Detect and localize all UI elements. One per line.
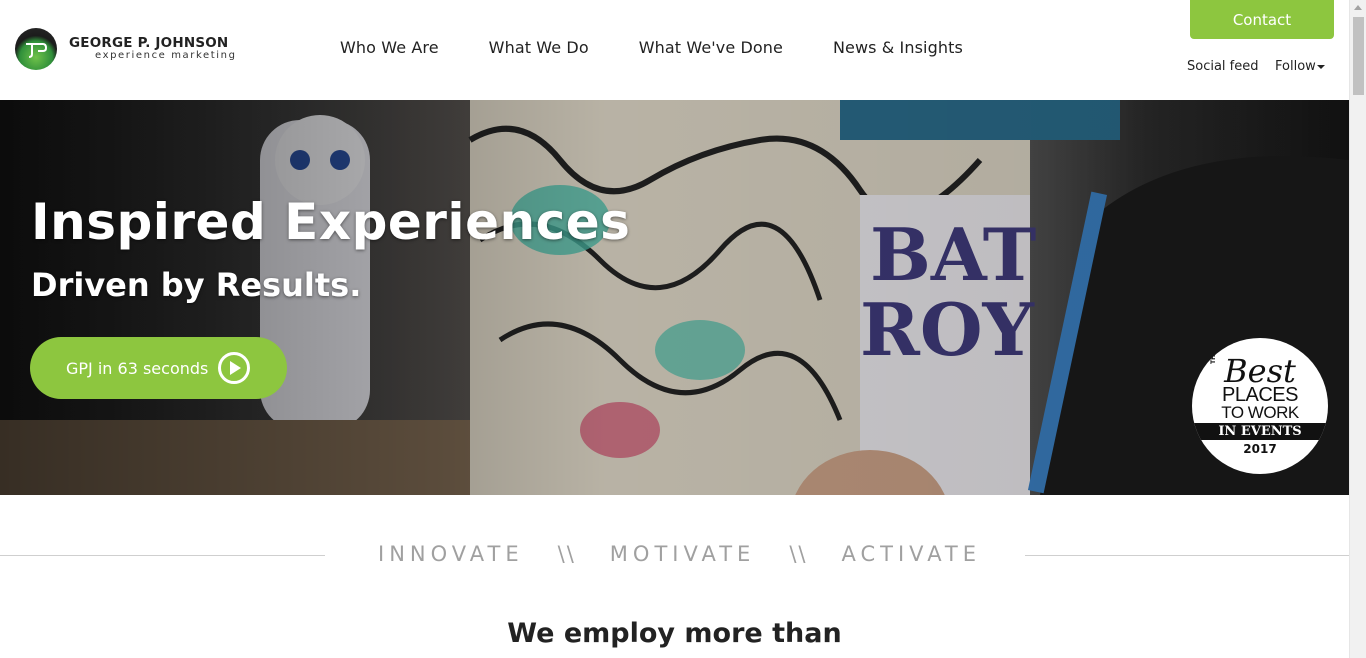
- nav-item-news-insights[interactable]: News & Insights: [833, 38, 963, 57]
- play-video-label: GPJ in 63 seconds: [66, 358, 209, 378]
- nav-item-what-weve-done[interactable]: What We've Done: [639, 38, 783, 57]
- best-places-to-work-badge: THE Best PLACES TO WORK IN EVENTS 2017: [1192, 338, 1328, 474]
- nav-item-what-we-do[interactable]: What We Do: [489, 38, 589, 57]
- site-header: GEORGE P. JOHNSON experience marketing W…: [0, 0, 1349, 100]
- tagline-words: INNOVATE \\ MOTIVATE \\ ACTIVATE: [378, 542, 981, 566]
- contact-button[interactable]: Contact: [1190, 0, 1334, 39]
- badge-the-label: THE: [1210, 350, 1217, 364]
- nav-item-who-we-are[interactable]: Who We Are: [340, 38, 439, 57]
- tagline-strip: INNOVATE \\ MOTIVATE \\ ACTIVATE: [0, 540, 1349, 570]
- tagline-separator: \\: [789, 542, 808, 566]
- hero-banner: BAT ROY Inspired Experiences Driven by R…: [0, 100, 1349, 495]
- play-icon: [218, 352, 251, 384]
- badge-places-label: PLACES: [1222, 384, 1298, 406]
- tagline-word-motivate: MOTIVATE: [609, 542, 756, 566]
- main-nav: Who We Are What We Do What We've Done Ne…: [340, 38, 1013, 57]
- follow-dropdown[interactable]: Follow: [1275, 59, 1325, 74]
- gpj-logo-icon: [15, 28, 57, 70]
- employ-heading: We employ more than: [507, 618, 842, 649]
- follow-label: Follow: [1275, 59, 1316, 74]
- hero-subtitle: Driven by Results.: [31, 266, 362, 304]
- badge-to-work-label: TO WORK: [1221, 403, 1299, 422]
- play-video-button[interactable]: GPJ in 63 seconds: [30, 337, 287, 399]
- divider-right: [1025, 555, 1349, 556]
- badge-in-events-label: IN EVENTS: [1192, 423, 1328, 440]
- logo-name: GEORGE P. JOHNSON: [69, 35, 229, 51]
- site-logo[interactable]: GEORGE P. JOHNSON experience marketing: [15, 27, 260, 71]
- badge-year-label: 2017: [1243, 442, 1277, 456]
- divider-left: [0, 555, 325, 556]
- tagline-separator: \\: [557, 542, 576, 566]
- logo-tagline: experience marketing: [95, 50, 237, 61]
- page-scrollbar[interactable]: [1349, 0, 1366, 658]
- tagline-word-innovate: INNOVATE: [378, 542, 524, 566]
- badge-best-label: Best: [1224, 352, 1296, 390]
- tagline-word-activate: ACTIVATE: [841, 542, 982, 566]
- scroll-up-arrow-icon[interactable]: [1354, 5, 1362, 10]
- hero-title: Inspired Experiences: [31, 193, 631, 251]
- scrollbar-thumb[interactable]: [1353, 17, 1364, 95]
- social-feed-link[interactable]: Social feed: [1187, 59, 1259, 74]
- chevron-down-icon: [1316, 64, 1325, 69]
